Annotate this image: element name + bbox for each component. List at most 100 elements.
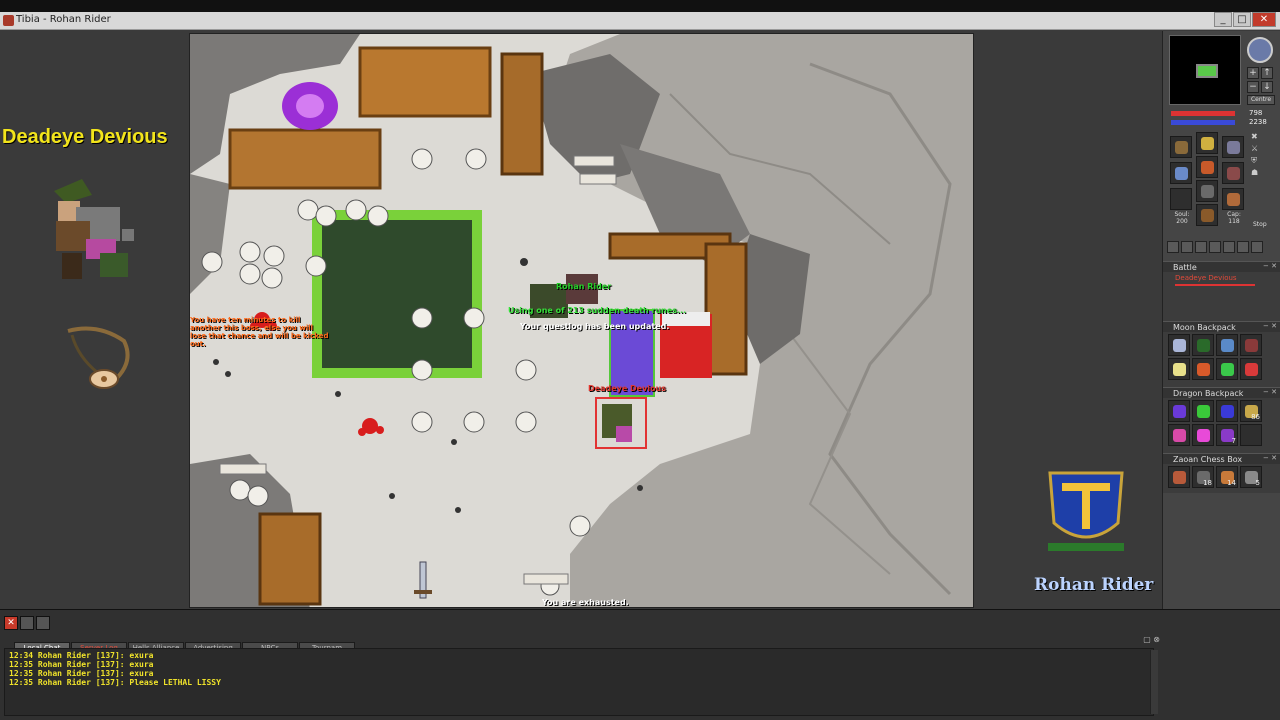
moon-backpack-slot[interactable] [1216,334,1238,356]
cap-value: 118 [1228,218,1240,225]
options-icon[interactable] [1167,241,1179,253]
stop-button[interactable]: Stop [1253,221,1267,228]
minimap-marker [1196,64,1218,78]
combat-mode-icons[interactable]: ✖ ⚔ ⛨ ☗ [1251,131,1273,179]
chat-scrollbar[interactable] [1150,650,1158,714]
exhausted-message: You are exhausted. [542,598,629,607]
equip-boots-slot[interactable] [1196,204,1218,226]
dragon-backpack-slot[interactable] [1240,424,1262,446]
minimize-button[interactable]: _ [1214,12,1232,27]
chess-box-slot[interactable]: 5 [1240,466,1262,488]
skills-icon[interactable] [1181,241,1193,253]
dragon-backpack-slot[interactable] [1168,424,1190,446]
minimap[interactable] [1169,35,1241,105]
rune-usage-message: Using one of 213 sudden death runes... [508,306,687,315]
equip-shield-slot[interactable] [1222,162,1244,184]
ignore-list-icon[interactable] [36,616,50,630]
floor-down-icon[interactable]: ↓ [1261,81,1273,93]
dragon-backpack-slot[interactable] [1168,400,1190,422]
battle-close-icon[interactable]: − ✕ [1263,262,1277,271]
new-channel-icon[interactable] [20,616,34,630]
dragon-backpack-slot[interactable] [1216,400,1238,422]
moon-backpack-slot[interactable] [1192,334,1214,356]
chat-message: 12:34 Rohan Rider [137]: exura [9,651,154,660]
questlog-message: Your questlog has been updated. [520,322,670,331]
battle-icon[interactable] [1195,241,1207,253]
chat-log[interactable]: 12:34 Rohan Rider [137]: exura 12:35 Roh… [4,648,1154,716]
game-map-view[interactable]: Rohan Rider Using one of 213 sudden deat… [189,33,974,608]
vip-icon[interactable] [1209,241,1221,253]
quest-icon[interactable] [1237,241,1249,253]
close-button[interactable]: ✕ [1252,12,1276,27]
boss-warning-message: You have ten minutes to kill another thi… [190,316,329,348]
equip-legs-slot[interactable] [1196,180,1218,202]
chat-message: 12:35 Rohan Rider [137]: exura [9,660,154,669]
health-value: 798 [1249,109,1263,117]
chess-box-title: Zaoan Chess Box [1173,455,1243,464]
health-bar [1171,111,1235,116]
moon-backpack-panel: Moon Backpack − ✕ [1163,321,1280,387]
battle-title: Battle [1173,263,1197,272]
chat-console: ✕ Local ChatServer LogHells AllianceAdve… [0,609,1280,720]
tibia-logo-icon [1048,471,1124,551]
taskbar-strip [0,0,1280,12]
soul-label: Soul: [1174,211,1190,218]
zoom-out-icon[interactable]: − [1247,81,1259,93]
amulet-icon [67,326,130,389]
battle-panel: Battle − ✕ Deadeye Devious [1163,261,1280,321]
zoom-in-icon[interactable]: + [1247,67,1259,79]
dragon-backpack-slot[interactable]: 7 [1216,424,1238,446]
chess-box-slot[interactable] [1168,466,1190,488]
moon-backpack-slot[interactable] [1216,358,1238,380]
battle-entry[interactable]: Deadeye Devious [1163,272,1280,284]
equipment-panel: Soul: 200 Cap: 118 ✖ ⚔ ⛨ ☗ Stop [1167,131,1275,231]
dragon-backpack-panel: Dragon Backpack − ✕ 86 7 [1163,387,1280,453]
dragon-backpack-slot[interactable] [1192,400,1214,422]
item-count: 18 [1203,479,1212,487]
moon-backpack-title: Moon Backpack [1173,323,1236,332]
mana-value: 2238 [1249,118,1267,126]
maximize-button[interactable]: □ [1233,12,1251,27]
centre-button[interactable]: Centre [1247,95,1275,105]
chat-window-controls[interactable]: ▢ ⊗ [1143,635,1160,644]
moon-backpack-slot[interactable] [1240,358,1262,380]
character-name-label: Deadeye Devious [2,126,168,148]
moon-backpack-slot[interactable] [1192,358,1214,380]
equip-armor-slot[interactable] [1196,156,1218,178]
chess-box-close-icon[interactable]: − ✕ [1263,454,1277,463]
equip-helmet-slot[interactable] [1196,132,1218,154]
equip-weapon-slot[interactable] [1170,162,1192,184]
npc-name-label: Rohan Rider [556,282,612,291]
player-name-label: Deadeye Devious [588,384,667,393]
equip-ammo-slot[interactable] [1222,188,1244,210]
moon-backpack-close-icon[interactable]: − ✕ [1263,322,1277,331]
dragon-backpack-close-icon[interactable]: − ✕ [1263,388,1277,397]
dragon-backpack-slot[interactable]: 86 [1240,400,1262,422]
window-title: Tibia - Rohan Rider [16,14,111,25]
player-name-caption: Rohan Rider [1034,575,1154,595]
equip-amulet-slot[interactable] [1170,136,1192,158]
window-titlebar: Tibia - Rohan Rider _ □ ✕ [0,12,1280,30]
item-count: 7 [1231,437,1236,445]
item-count: 14 [1227,479,1236,487]
item-count: 86 [1251,413,1260,421]
moon-backpack-slot[interactable] [1168,358,1190,380]
chess-box-slot[interactable]: 18 [1192,466,1214,488]
store-icon[interactable] [1251,241,1263,253]
moon-backpack-slot[interactable] [1240,334,1262,356]
item-count: 5 [1255,479,1260,487]
compass-icon[interactable] [1247,37,1273,63]
stream-left-panel: Deadeye Devious [0,31,189,609]
equip-backpack-slot[interactable] [1222,136,1244,158]
moon-backpack-slot[interactable] [1168,334,1190,356]
close-channel-icon[interactable]: ✕ [4,616,18,630]
sidebar-toolbar [1167,241,1277,255]
chess-box-slot[interactable]: 14 [1216,466,1238,488]
dragon-backpack-slot[interactable] [1192,424,1214,446]
cap-label: Cap: [1227,211,1241,218]
spells-icon[interactable] [1223,241,1235,253]
soul-value: 200 [1176,218,1188,225]
floor-up-icon[interactable]: ↑ [1261,67,1273,79]
equip-ring-slot[interactable] [1170,188,1192,210]
stream-right-panel: Rohan Rider [974,31,1162,609]
